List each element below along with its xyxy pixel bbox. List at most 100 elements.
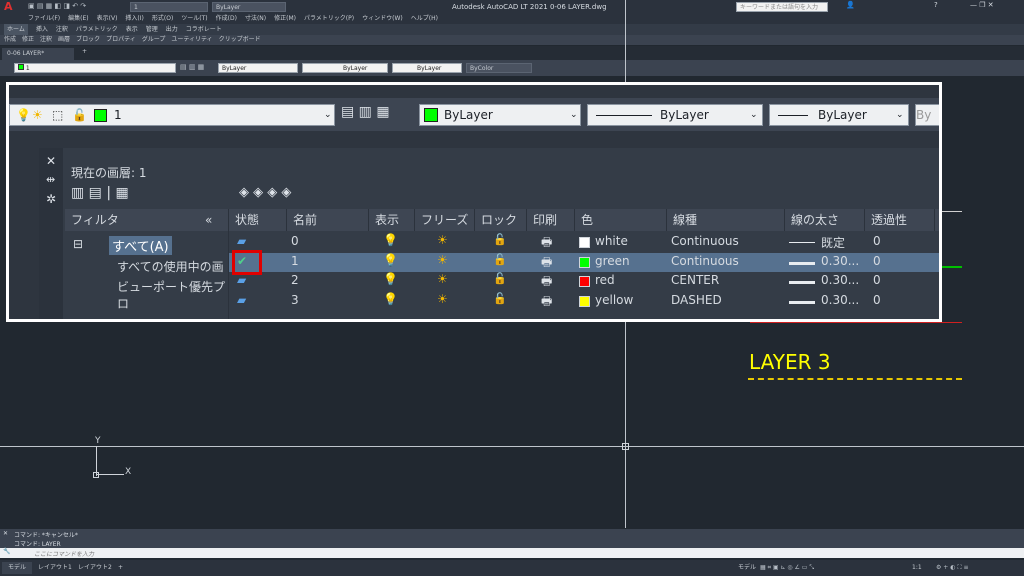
plot-printer-icon[interactable]: 🖶	[541, 253, 552, 274]
ribbon-panel-8[interactable]: クリップボード	[219, 35, 261, 45]
tab-layout2[interactable]: レイアウト2	[78, 562, 112, 574]
menu-item-7[interactable]: 寸法(N)	[245, 14, 266, 24]
status-tool-icons[interactable]: ▦ ⌗ ▣ ⊾ ◎ ∠ ▭ ⤡	[760, 562, 814, 574]
add-layout-button[interactable]: +	[118, 562, 123, 574]
ribbon-panel-0[interactable]: 作成	[4, 35, 16, 45]
quick-access-toolbar[interactable]: ▣ ▤ ▦ ◧ ◨ ↶ ↷	[28, 2, 128, 12]
layer-linetype[interactable]: DASHED	[671, 293, 722, 307]
layer-transparency[interactable]: 0	[873, 273, 881, 287]
layer-color-name[interactable]: white	[595, 234, 628, 248]
zoom-linetype-combo[interactable]: ByLayer ⌄	[587, 104, 763, 126]
menu-item-8[interactable]: 修正(M)	[274, 14, 296, 24]
layer-status-icon[interactable]: ▰	[237, 293, 246, 307]
layer-status-icon[interactable]: ▰	[237, 234, 246, 248]
column-header-3[interactable]: フリーズ	[415, 209, 475, 231]
close-icon[interactable]: ✕	[46, 154, 56, 168]
layer-color-swatch[interactable]	[579, 295, 590, 307]
file-tab-active[interactable]: 0-06 LAYER*	[2, 48, 74, 60]
mini-lineweight-combo[interactable]: ByLayer	[392, 63, 462, 73]
layer-color-swatch[interactable]	[579, 256, 590, 268]
command-input[interactable]: 🔧 ここにコマンドを入力	[0, 548, 1024, 558]
column-header-10[interactable]: 新	[935, 209, 939, 231]
ribbon-panel-6[interactable]: グループ	[142, 35, 166, 45]
mini-layer-combo[interactable]: 1	[14, 63, 176, 73]
collapse-icon[interactable]: «	[205, 209, 212, 231]
layer-tools-icons[interactable]: ▤ ▥ ▦	[180, 63, 204, 71]
plot-printer-icon[interactable]: 🖶	[541, 233, 552, 254]
plot-printer-icon[interactable]: 🖶	[541, 292, 552, 313]
ribbon-tab-7[interactable]: コラボレート	[186, 24, 222, 35]
column-header-6[interactable]: 色	[575, 209, 667, 231]
layer-status-icon[interactable]: ▰	[237, 273, 246, 287]
menu-item-6[interactable]: 作成(D)	[216, 14, 237, 24]
column-header-4[interactable]: ロック	[475, 209, 527, 231]
autocad-logo[interactable]: A	[4, 1, 16, 13]
layer-color-name[interactable]: yellow	[595, 293, 633, 307]
layer-color-name[interactable]: green	[595, 254, 630, 268]
model-space-label[interactable]: モデル	[738, 562, 756, 574]
tab-model[interactable]: モデル	[2, 562, 33, 574]
command-wrench-icon[interactable]: 🔧	[3, 548, 10, 555]
layer-action-icons[interactable]: ◈ ◈ ◈ ◈	[239, 185, 291, 200]
layer-linetype[interactable]: Continuous	[671, 254, 739, 268]
layer-lineweight[interactable]: 既定	[821, 234, 845, 251]
ribbon-panel-5[interactable]: プロパティ	[106, 35, 136, 45]
tab-layout1[interactable]: レイアウト1	[38, 562, 72, 574]
command-close-icon[interactable]: ✕	[3, 530, 8, 537]
layer-transparency[interactable]: 0	[873, 293, 881, 307]
ribbon-tab-6[interactable]: 出力	[166, 24, 178, 35]
layer-color-swatch[interactable]	[579, 237, 590, 248]
column-header-2[interactable]: 表示	[369, 209, 415, 231]
menu-item-11[interactable]: ヘルプ(H)	[411, 14, 438, 24]
menu-item-1[interactable]: 編集(E)	[68, 14, 88, 24]
filter-used[interactable]: すべての使用中の画	[117, 258, 224, 275]
user-icon[interactable]: 👤	[846, 1, 855, 9]
column-header-8[interactable]: 線の太さ	[785, 209, 865, 231]
column-header-9[interactable]: 透過性	[865, 209, 935, 231]
unlock-icon[interactable]: 🔓	[493, 292, 507, 305]
ribbon-tab-1[interactable]: 挿入	[36, 24, 48, 35]
menu-item-9[interactable]: パラメトリック(P)	[304, 14, 354, 24]
ribbon-tab-0[interactable]: ホーム	[4, 24, 28, 35]
status-right-icons[interactable]: ⚙ + ◐ ⛶ ≡	[936, 562, 969, 574]
properties-gear-icon[interactable]: ✲	[46, 192, 56, 206]
layer-row[interactable]: ▰ 0 💡 ☀ 🔓 🖶 white Continuous 既定 0	[229, 233, 939, 254]
layer-lineweight[interactable]: 0.30...	[821, 254, 859, 268]
new-filter-icons[interactable]: ▥ ▤ | ▦	[71, 185, 129, 201]
layer-transparency[interactable]: 0	[873, 234, 881, 248]
filter-viewport[interactable]: ビューポート優先プロ	[117, 278, 228, 312]
zoom-color-combo[interactable]: ByLayer ⌄	[419, 104, 581, 126]
layer-lineweight[interactable]: 0.30...	[821, 273, 859, 287]
help-icon[interactable]: ?	[934, 1, 938, 9]
qat-layer-combo[interactable]: 1	[130, 2, 208, 12]
plot-printer-icon[interactable]: 🖶	[541, 272, 552, 293]
qat-linetype-combo[interactable]: ByLayer	[212, 2, 286, 12]
column-header-5[interactable]: 印刷	[527, 209, 575, 231]
layer-name[interactable]: 2	[291, 273, 299, 287]
window-controls[interactable]: — ❐ ✕	[970, 1, 1020, 9]
new-tab-button[interactable]: +	[82, 48, 87, 55]
layer-linetype[interactable]: Continuous	[671, 234, 739, 248]
mini-plotstyle-combo[interactable]: ByColor	[466, 63, 532, 73]
on-lightbulb-icon[interactable]: 💡	[383, 233, 398, 247]
on-lightbulb-icon[interactable]: 💡	[383, 253, 398, 267]
ribbon-panel-1[interactable]: 修正	[22, 35, 34, 45]
ribbon-panel-2[interactable]: 注釈	[40, 35, 52, 45]
layer-name[interactable]: 3	[291, 293, 299, 307]
unlock-icon[interactable]: 🔓	[493, 253, 507, 266]
column-header-0[interactable]: 状態	[229, 209, 287, 231]
menu-item-4[interactable]: 形式(O)	[152, 14, 173, 24]
menu-item-3[interactable]: 挿入(I)	[125, 14, 143, 24]
menu-item-5[interactable]: ツール(T)	[181, 14, 207, 24]
unlock-icon[interactable]: 🔓	[493, 233, 507, 246]
ribbon-panel-4[interactable]: ブロック	[76, 35, 100, 45]
unlock-icon[interactable]: 🔓	[493, 272, 507, 285]
layer-name[interactable]: 0	[291, 234, 299, 248]
thaw-sun-icon[interactable]: ☀	[437, 233, 448, 247]
on-lightbulb-icon[interactable]: 💡	[383, 292, 398, 306]
layer-color-swatch[interactable]	[579, 276, 590, 287]
layer-color-name[interactable]: red	[595, 273, 615, 287]
search-input[interactable]: キーワードまたは語句を入力	[736, 2, 828, 12]
layer-tool-icons[interactable]: ▤ ▥ ▦	[341, 104, 390, 120]
thaw-sun-icon[interactable]: ☀	[437, 292, 448, 306]
